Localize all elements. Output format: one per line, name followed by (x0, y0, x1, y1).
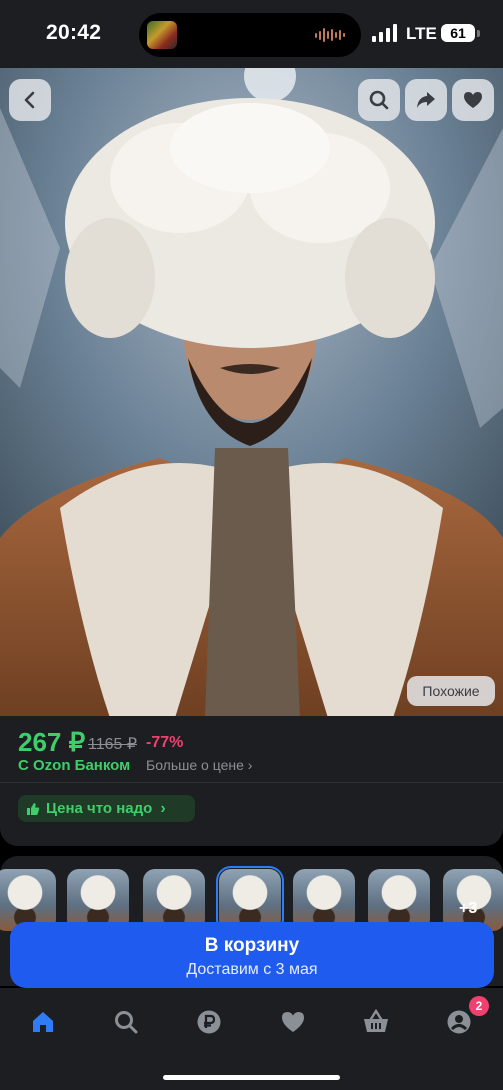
search-button[interactable] (358, 79, 400, 121)
share-button[interactable] (405, 79, 447, 121)
add-to-cart-button[interactable]: В корзину Доставим с 3 мая (10, 922, 494, 988)
more-thumbnails-count[interactable]: +3 (459, 900, 477, 918)
nav-finance[interactable] (193, 1006, 225, 1038)
cart-button-delivery: Доставим с 3 мая (186, 961, 318, 978)
dynamic-island[interactable] (139, 13, 361, 57)
chevron-right-icon: › (160, 799, 166, 817)
nav-home[interactable] (27, 1006, 59, 1038)
similar-button[interactable]: Похожие (407, 676, 495, 706)
cellular-signal-icon (372, 24, 397, 42)
heart-icon (464, 92, 482, 108)
now-playing-artwork (147, 21, 177, 49)
nav-search[interactable] (110, 1006, 142, 1038)
nav-favorites[interactable] (277, 1006, 309, 1038)
chevron-left-icon (24, 91, 35, 109)
thumbs-up-icon (27, 802, 40, 815)
more-about-price-label: Больше о цене (146, 757, 244, 773)
nav-cart[interactable] (360, 1006, 392, 1038)
status-bar: 20:42 LTE 61 (0, 0, 503, 68)
audio-wave-icon (315, 27, 345, 43)
search-icon (369, 90, 389, 110)
home-icon (33, 1012, 53, 1032)
ozon-bank-label[interactable]: С Ozon Банком (18, 757, 130, 774)
clock: 20:42 (46, 21, 102, 44)
share-icon (417, 92, 435, 108)
profile-icon (447, 1010, 471, 1034)
favorite-button[interactable] (452, 79, 494, 121)
more-about-price-link[interactable]: Больше о цене › (146, 757, 252, 773)
profile-notification-badge: 2 (469, 996, 489, 1016)
back-button[interactable] (9, 79, 51, 121)
price-promo-badge[interactable]: Цена что надо › (18, 795, 195, 822)
search-icon (115, 1011, 138, 1034)
product-image (0, 68, 503, 718)
discount-badge: -77% (146, 734, 184, 751)
network-type: LTE (406, 24, 437, 43)
heart-icon (282, 1012, 304, 1032)
basket-icon (364, 1009, 388, 1032)
old-price: 1165 ₽ (88, 736, 138, 753)
cart-button-title: В корзину (204, 935, 300, 956)
battery-icon: 61 (441, 24, 475, 42)
battery-level: 61 (450, 25, 466, 41)
product-photo[interactable] (0, 68, 503, 718)
ruble-icon (197, 1010, 221, 1034)
home-indicator[interactable] (163, 1075, 340, 1080)
battery-nub (477, 30, 480, 37)
promo-label: Цена что надо (46, 800, 153, 817)
current-price: 267 ₽ (18, 727, 86, 757)
divider (0, 782, 503, 783)
chevron-right-icon: › (247, 757, 253, 773)
